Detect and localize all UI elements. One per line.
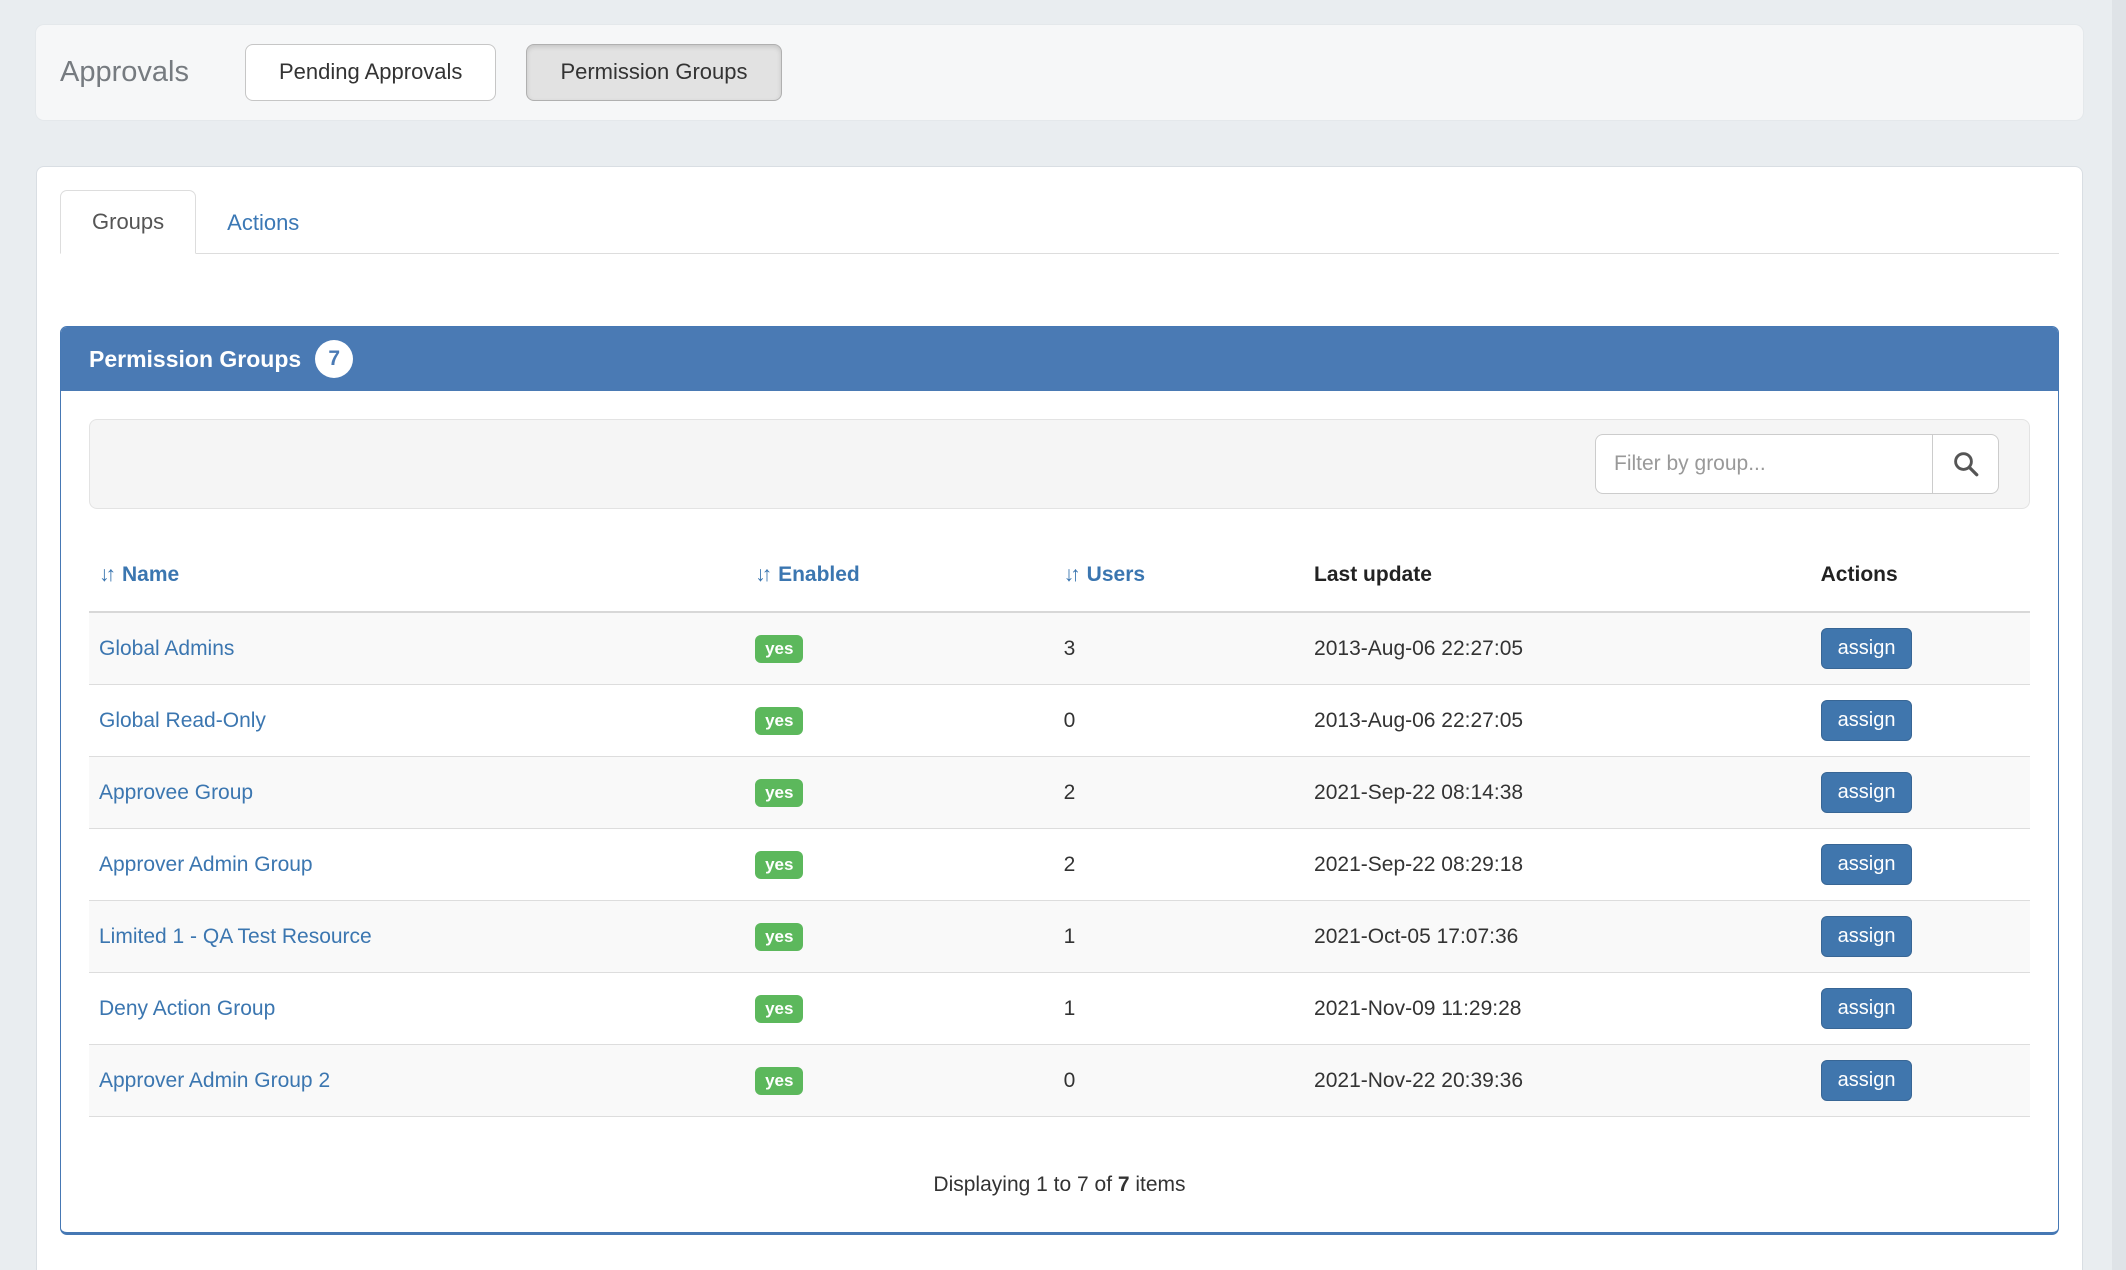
column-header-users[interactable]: ↓↑Users [1054, 549, 1304, 612]
sort-icon: ↓↑ [755, 563, 768, 586]
column-header-actions: Actions [1811, 549, 2030, 612]
assign-button[interactable]: assign [1821, 1060, 1913, 1101]
column-header-name[interactable]: ↓↑Name [89, 549, 745, 612]
users-count: 0 [1054, 685, 1304, 757]
search-button[interactable] [1932, 434, 1999, 494]
filter-toolbar [89, 419, 2030, 509]
group-name-link[interactable]: Global Read-Only [99, 709, 266, 732]
permission-groups-table: ↓↑Name ↓↑Enabled ↓↑Users Last update Act… [89, 549, 2030, 1117]
assign-button[interactable]: assign [1821, 988, 1913, 1029]
column-header-last-update: Last update [1304, 549, 1811, 612]
panel-title: Permission Groups [89, 346, 301, 373]
enabled-badge: yes [755, 923, 803, 951]
table-row: Approvee Group yes 2 2021-Sep-22 08:14:3… [89, 757, 2030, 829]
last-update: 2021-Nov-22 20:39:36 [1304, 1045, 1811, 1117]
panel-header: Permission Groups 7 [61, 327, 2058, 391]
last-update: 2021-Sep-22 08:14:38 [1304, 757, 1811, 829]
table-row: Approver Admin Group yes 2 2021-Sep-22 0… [89, 829, 2030, 901]
last-update: 2013-Aug-06 22:27:05 [1304, 612, 1811, 685]
tab-groups[interactable]: Groups [60, 190, 196, 254]
sort-icon: ↓↑ [1064, 563, 1077, 586]
enabled-badge: yes [755, 707, 803, 735]
filter-input[interactable] [1595, 434, 1932, 494]
total-items-count: 7 [1118, 1173, 1130, 1196]
tab-actions[interactable]: Actions [196, 192, 330, 254]
assign-button[interactable]: assign [1821, 916, 1913, 957]
pending-approvals-button[interactable]: Pending Approvals [245, 44, 496, 100]
count-badge: 7 [315, 340, 353, 378]
users-count: 1 [1054, 973, 1304, 1045]
users-count: 1 [1054, 901, 1304, 973]
tab-bar: Groups Actions [60, 190, 2059, 254]
group-name-link[interactable]: Deny Action Group [99, 997, 275, 1020]
content-card: Groups Actions Permission Groups 7 [36, 166, 2083, 1270]
group-name-link[interactable]: Global Admins [99, 637, 234, 660]
pagination-summary: Displaying 1 to 7 of 7 items [89, 1173, 2030, 1197]
table-row: Deny Action Group yes 1 2021-Nov-09 11:2… [89, 973, 2030, 1045]
users-count: 2 [1054, 829, 1304, 901]
group-name-link[interactable]: Approver Admin Group 2 [99, 1069, 330, 1092]
group-name-link[interactable]: Approvee Group [99, 781, 253, 804]
table-row: Limited 1 - QA Test Resource yes 1 2021-… [89, 901, 2030, 973]
table-row: Approver Admin Group 2 yes 0 2021-Nov-22… [89, 1045, 2030, 1117]
permission-groups-button[interactable]: Permission Groups [526, 44, 781, 100]
enabled-badge: yes [755, 1067, 803, 1095]
group-name-link[interactable]: Approver Admin Group [99, 853, 313, 876]
last-update: 2021-Sep-22 08:29:18 [1304, 829, 1811, 901]
users-count: 2 [1054, 757, 1304, 829]
last-update: 2021-Nov-09 11:29:28 [1304, 973, 1811, 1045]
scrollbar[interactable] [2112, 0, 2126, 1270]
enabled-badge: yes [755, 635, 803, 663]
page-title: Approvals [60, 56, 189, 89]
last-update: 2013-Aug-06 22:27:05 [1304, 685, 1811, 757]
enabled-badge: yes [755, 779, 803, 807]
column-header-enabled[interactable]: ↓↑Enabled [745, 549, 1054, 612]
assign-button[interactable]: assign [1821, 628, 1913, 669]
panel-body: ↓↑Name ↓↑Enabled ↓↑Users Last update Act… [61, 391, 2058, 1225]
permission-groups-panel: Permission Groups 7 [60, 326, 2059, 1235]
assign-button[interactable]: assign [1821, 700, 1913, 741]
group-name-link[interactable]: Limited 1 - QA Test Resource [99, 925, 372, 948]
page-header: Approvals Pending Approvals Permission G… [36, 25, 2083, 120]
users-count: 3 [1054, 612, 1304, 685]
sort-icon: ↓↑ [99, 563, 112, 586]
assign-button[interactable]: assign [1821, 844, 1913, 885]
table-row: Global Admins yes 3 2013-Aug-06 22:27:05… [89, 612, 2030, 685]
search-icon [1951, 449, 1981, 479]
enabled-badge: yes [755, 995, 803, 1023]
table-header-row: ↓↑Name ↓↑Enabled ↓↑Users Last update Act… [89, 549, 2030, 612]
filter-input-group [1595, 434, 1999, 494]
assign-button[interactable]: assign [1821, 772, 1913, 813]
enabled-badge: yes [755, 851, 803, 879]
users-count: 0 [1054, 1045, 1304, 1117]
table-row: Global Read-Only yes 0 2013-Aug-06 22:27… [89, 685, 2030, 757]
last-update: 2021-Oct-05 17:07:36 [1304, 901, 1811, 973]
